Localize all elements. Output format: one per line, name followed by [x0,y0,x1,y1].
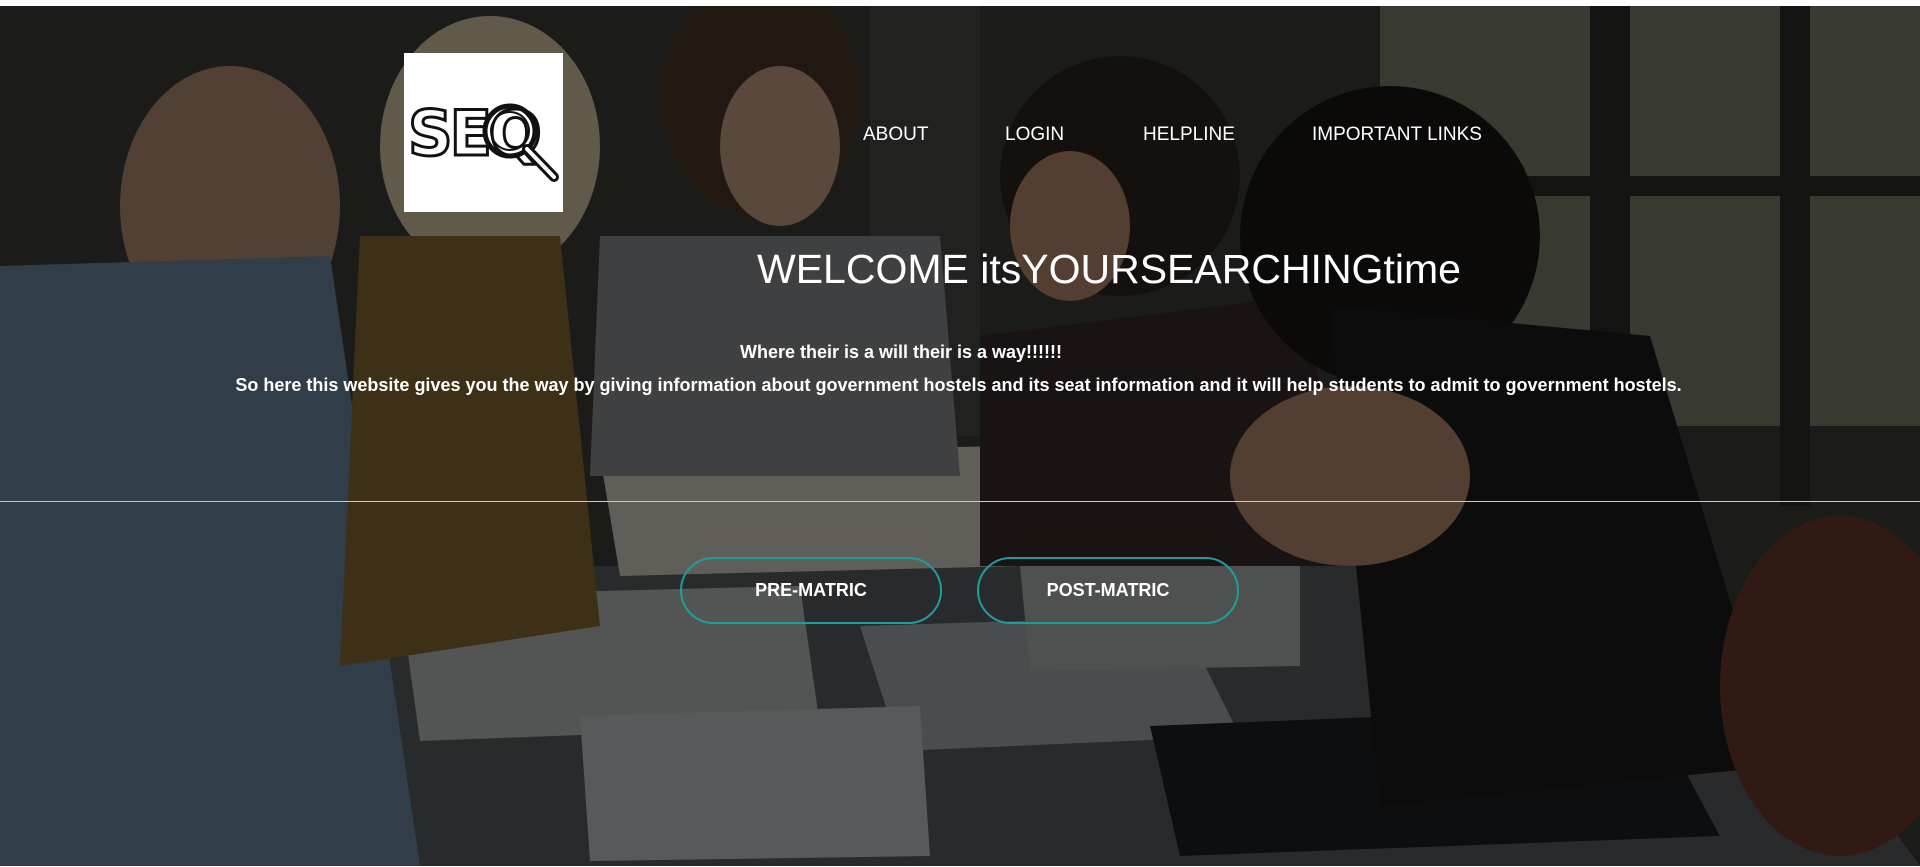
description-text: So here this website gives you the way b… [235,375,1682,395]
page-title: WELCOME itsYOURSEARCHINGtime [757,246,1461,292]
post-matric-button[interactable]: POST-MATRIC [977,557,1239,624]
nav-helpline[interactable]: HELPLINE [1143,124,1235,146]
description: So here this website gives you the way b… [0,375,1920,396]
main-nav: ABOUT LOGIN HELPLINE IMPORTANT LINKS [0,124,1920,152]
hero-section: SEQ ABOUT LOGIN HELPLINE IMPORTANT LINKS… [0,6,1920,866]
nav-about[interactable]: ABOUT [863,124,928,146]
pre-matric-button[interactable]: PRE-MATRIC [680,557,942,624]
nav-login[interactable]: LOGIN [1005,124,1064,146]
tagline-text: Where their is a will their is a way!!!!… [739,342,1063,362]
tagline: Where their is a will their is a way!!!!… [0,342,1920,363]
section-divider [0,501,1920,502]
nav-important-links[interactable]: IMPORTANT LINKS [1312,124,1482,146]
